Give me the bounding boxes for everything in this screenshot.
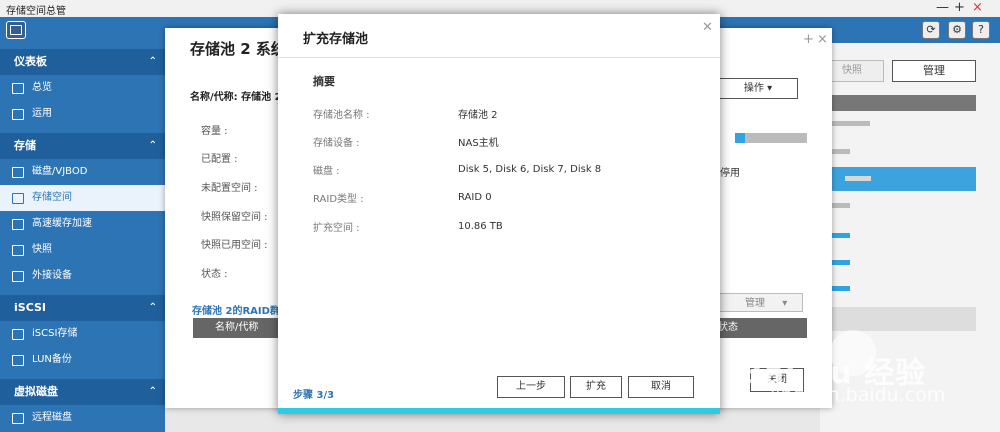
expand-pool-dialog: 扩充存储池 ✕ 摘要 存储池名称 : 存储池 2 存储设备 : NAS主机 磁盘…	[278, 14, 720, 414]
close-icon[interactable]: ✕	[702, 20, 713, 35]
raid-group-label: 存储池 2的RAID群组	[192, 306, 290, 317]
raid-manage-dropdown[interactable]: 管理 ▾	[718, 293, 803, 312]
summary-key: 扩充空间 :	[313, 223, 360, 234]
sidebar-item-iscsi-storage[interactable]: iSCSI存储	[0, 321, 165, 347]
sidebar-section-iscsi[interactable]: iSCSI ⌃	[0, 295, 165, 321]
capacity-bar	[735, 133, 807, 143]
chevron-up-icon: ⌃	[148, 140, 157, 151]
dialog-title: 扩充存储池	[303, 32, 369, 47]
list-header	[820, 95, 976, 111]
sidebar-section-dashboard[interactable]: 仪表板 ⌃	[0, 49, 165, 75]
col-name: 名称/代称	[215, 322, 259, 333]
summary-value: 10.86 TB	[458, 221, 503, 232]
sidebar-item-remote-disk[interactable]: 远程磁盘	[0, 405, 165, 431]
gear-icon[interactable]: ⚙	[948, 21, 966, 39]
sidebar-item-lun-backup[interactable]: LUN备份	[0, 347, 165, 373]
cancel-button[interactable]: 取消	[628, 376, 694, 398]
maximize-icon[interactable]: +	[803, 32, 814, 47]
help-icon[interactable]: ?	[972, 21, 990, 39]
summary-value: Disk 5, Disk 6, Disk 7, Disk 8	[458, 164, 602, 175]
sidebar-item-cache[interactable]: 高速缓存加速	[0, 211, 165, 237]
caret-down-icon: ▾	[782, 298, 788, 309]
app-icon[interactable]	[6, 21, 26, 39]
expand-button[interactable]: 扩充	[570, 376, 622, 398]
sidebar-item-snapshot[interactable]: 快照	[0, 237, 165, 263]
chevron-up-icon: ⌃	[148, 302, 157, 313]
field-snapshot-used: 快照已用空间 :	[201, 240, 268, 251]
backup-icon	[12, 355, 24, 366]
cache-icon	[12, 219, 24, 230]
iscsi-icon	[12, 329, 24, 340]
summary-key: 存储池名称 :	[313, 110, 370, 121]
summary-title: 摘要	[313, 75, 335, 88]
chevron-up-icon: ⌃	[148, 56, 157, 67]
summary-value: 存储池 2	[458, 110, 498, 121]
pool-window-title: 存储池 2 系统	[190, 40, 286, 58]
table-row[interactable]	[820, 167, 976, 191]
refresh-icon[interactable]: ⟳	[922, 21, 940, 39]
chart-icon	[12, 109, 24, 120]
sidebar-item-external[interactable]: 外接设备	[0, 263, 165, 289]
summary-value: NAS主机	[458, 138, 499, 149]
watermark: Bai du 经验 jingyan.baidu.com	[730, 330, 990, 420]
summary-key: RAID类型 :	[313, 194, 364, 205]
sidebar-item-disks[interactable]: 磁盘/VJBOD	[0, 159, 165, 185]
sidebar-section-virtual-disk[interactable]: 虚拟磁盘 ⌃	[0, 379, 165, 405]
external-device-icon	[12, 271, 24, 282]
storage-icon	[12, 193, 24, 204]
maximize-button[interactable]: +	[954, 0, 965, 16]
table-row	[820, 307, 976, 331]
sidebar-item-storage-space[interactable]: 存储空间	[0, 185, 165, 211]
close-button[interactable]: ×	[972, 0, 983, 16]
snapshot-icon	[12, 245, 24, 256]
caret-down-icon: ▾	[767, 83, 773, 94]
disk-icon	[12, 167, 24, 178]
step-indicator: 步骤 3/3	[293, 390, 335, 401]
operate-dropdown[interactable]: 操作 ▾	[718, 78, 798, 99]
minimize-button[interactable]: —	[936, 0, 949, 16]
chevron-up-icon: ⌃	[148, 386, 157, 397]
overview-icon	[12, 83, 24, 94]
prev-button[interactable]: 上一步	[497, 376, 565, 398]
watermark-url: jingyan.baidu.com	[770, 384, 946, 406]
field-allocated: 已配置 :	[201, 154, 238, 165]
field-unallocated: 未配置空间 :	[201, 183, 258, 194]
sidebar-item-overview[interactable]: 总览	[0, 75, 165, 101]
app-title: 存储空间总管	[6, 6, 66, 17]
field-snapshot-reserved: 快照保留空间 :	[201, 212, 268, 223]
summary-value: RAID 0	[458, 192, 492, 203]
disable-label: 停用	[720, 168, 740, 179]
close-icon[interactable]: ×	[817, 32, 828, 47]
field-status: 状态 :	[201, 269, 228, 280]
sidebar: 仪表板 ⌃ 总览 运用 存储 ⌃ 磁盘/VJBOD 存储空间 高速缓存加速 快照 外…	[0, 43, 165, 432]
summary-key: 存储设备 :	[313, 138, 360, 149]
summary-key: 磁盘 :	[313, 166, 340, 177]
remote-disk-icon	[12, 413, 24, 424]
manage-button[interactable]: 管理	[892, 60, 976, 82]
sidebar-section-storage[interactable]: 存储 ⌃	[0, 133, 165, 159]
pool-name-label: 名称/代称: 存储池 2	[190, 92, 282, 103]
sidebar-item-usage[interactable]: 运用	[0, 101, 165, 127]
dialog-header: 扩充存储池 ✕	[278, 14, 720, 58]
field-capacity: 容量 :	[201, 126, 228, 137]
dialog-footer-bar	[278, 408, 720, 414]
usage-bar	[845, 176, 871, 181]
